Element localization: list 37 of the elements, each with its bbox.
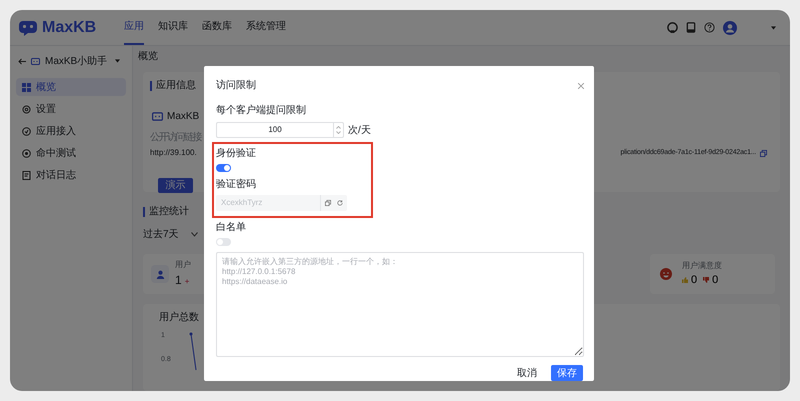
field-label: 身份验证 bbox=[216, 147, 257, 161]
demo-button[interactable]: 演示 bbox=[158, 178, 193, 193]
stat-change: + bbox=[184, 276, 190, 288]
app-title: MaxKB bbox=[167, 110, 200, 124]
nav-tab[interactable]: 知识库 bbox=[158, 10, 188, 45]
whitelist-textarea[interactable]: 请输入允许嵌入第三方的源地址，一行一个，如： http://127.0.0.1:5678 https://dataease.io bbox=[216, 252, 584, 357]
unit-label: 次/天 bbox=[348, 124, 371, 138]
nav-tab[interactable]: 系统管理 bbox=[246, 10, 286, 45]
field-label: 每个客户端提问限制 bbox=[216, 104, 307, 118]
number-value: 100 bbox=[267, 124, 283, 136]
range-select[interactable]: 过去7天 bbox=[143, 227, 179, 242]
like-count: 0 bbox=[691, 272, 698, 288]
dialog-title: 访问限制 bbox=[216, 78, 256, 93]
link-text: http://39.100. bbox=[150, 147, 197, 159]
stat-label: 用户 bbox=[175, 259, 191, 271]
sidebar-item[interactable]: 对话日志 bbox=[16, 166, 126, 184]
sidebar-item[interactable]: 命中测试 bbox=[16, 144, 126, 162]
page-title: 概览 bbox=[138, 50, 159, 64]
cancel-button[interactable]: 取消 bbox=[513, 365, 541, 381]
password-field: XcexkhTyrz bbox=[216, 195, 347, 211]
chart-title: 用户总数 bbox=[159, 310, 199, 325]
field-label: 验证密码 bbox=[216, 178, 257, 192]
stat-label: 用户满意度 bbox=[682, 260, 722, 272]
number-input[interactable]: 100 bbox=[216, 122, 344, 138]
sidebar-item[interactable]: 应用接入 bbox=[16, 122, 126, 140]
save-button[interactable]: 保存 bbox=[551, 365, 583, 381]
field-label: 白名单 bbox=[216, 220, 247, 235]
nav-tab[interactable]: 函数库 bbox=[202, 10, 232, 45]
section-title: 监控统计 bbox=[149, 204, 189, 219]
link-label: 公开访问链接 bbox=[150, 130, 201, 145]
section-title: 应用信息 bbox=[156, 78, 196, 93]
sidebar-item[interactable]: 设置 bbox=[16, 100, 126, 118]
app-name[interactable]: MaxKB小助手 bbox=[45, 54, 108, 68]
dislike-count: 0 bbox=[712, 272, 718, 288]
sidebar-item[interactable]: 概览 bbox=[16, 78, 126, 96]
logo-text: MaxKB bbox=[42, 18, 96, 38]
stat-value: 1 bbox=[175, 272, 182, 289]
